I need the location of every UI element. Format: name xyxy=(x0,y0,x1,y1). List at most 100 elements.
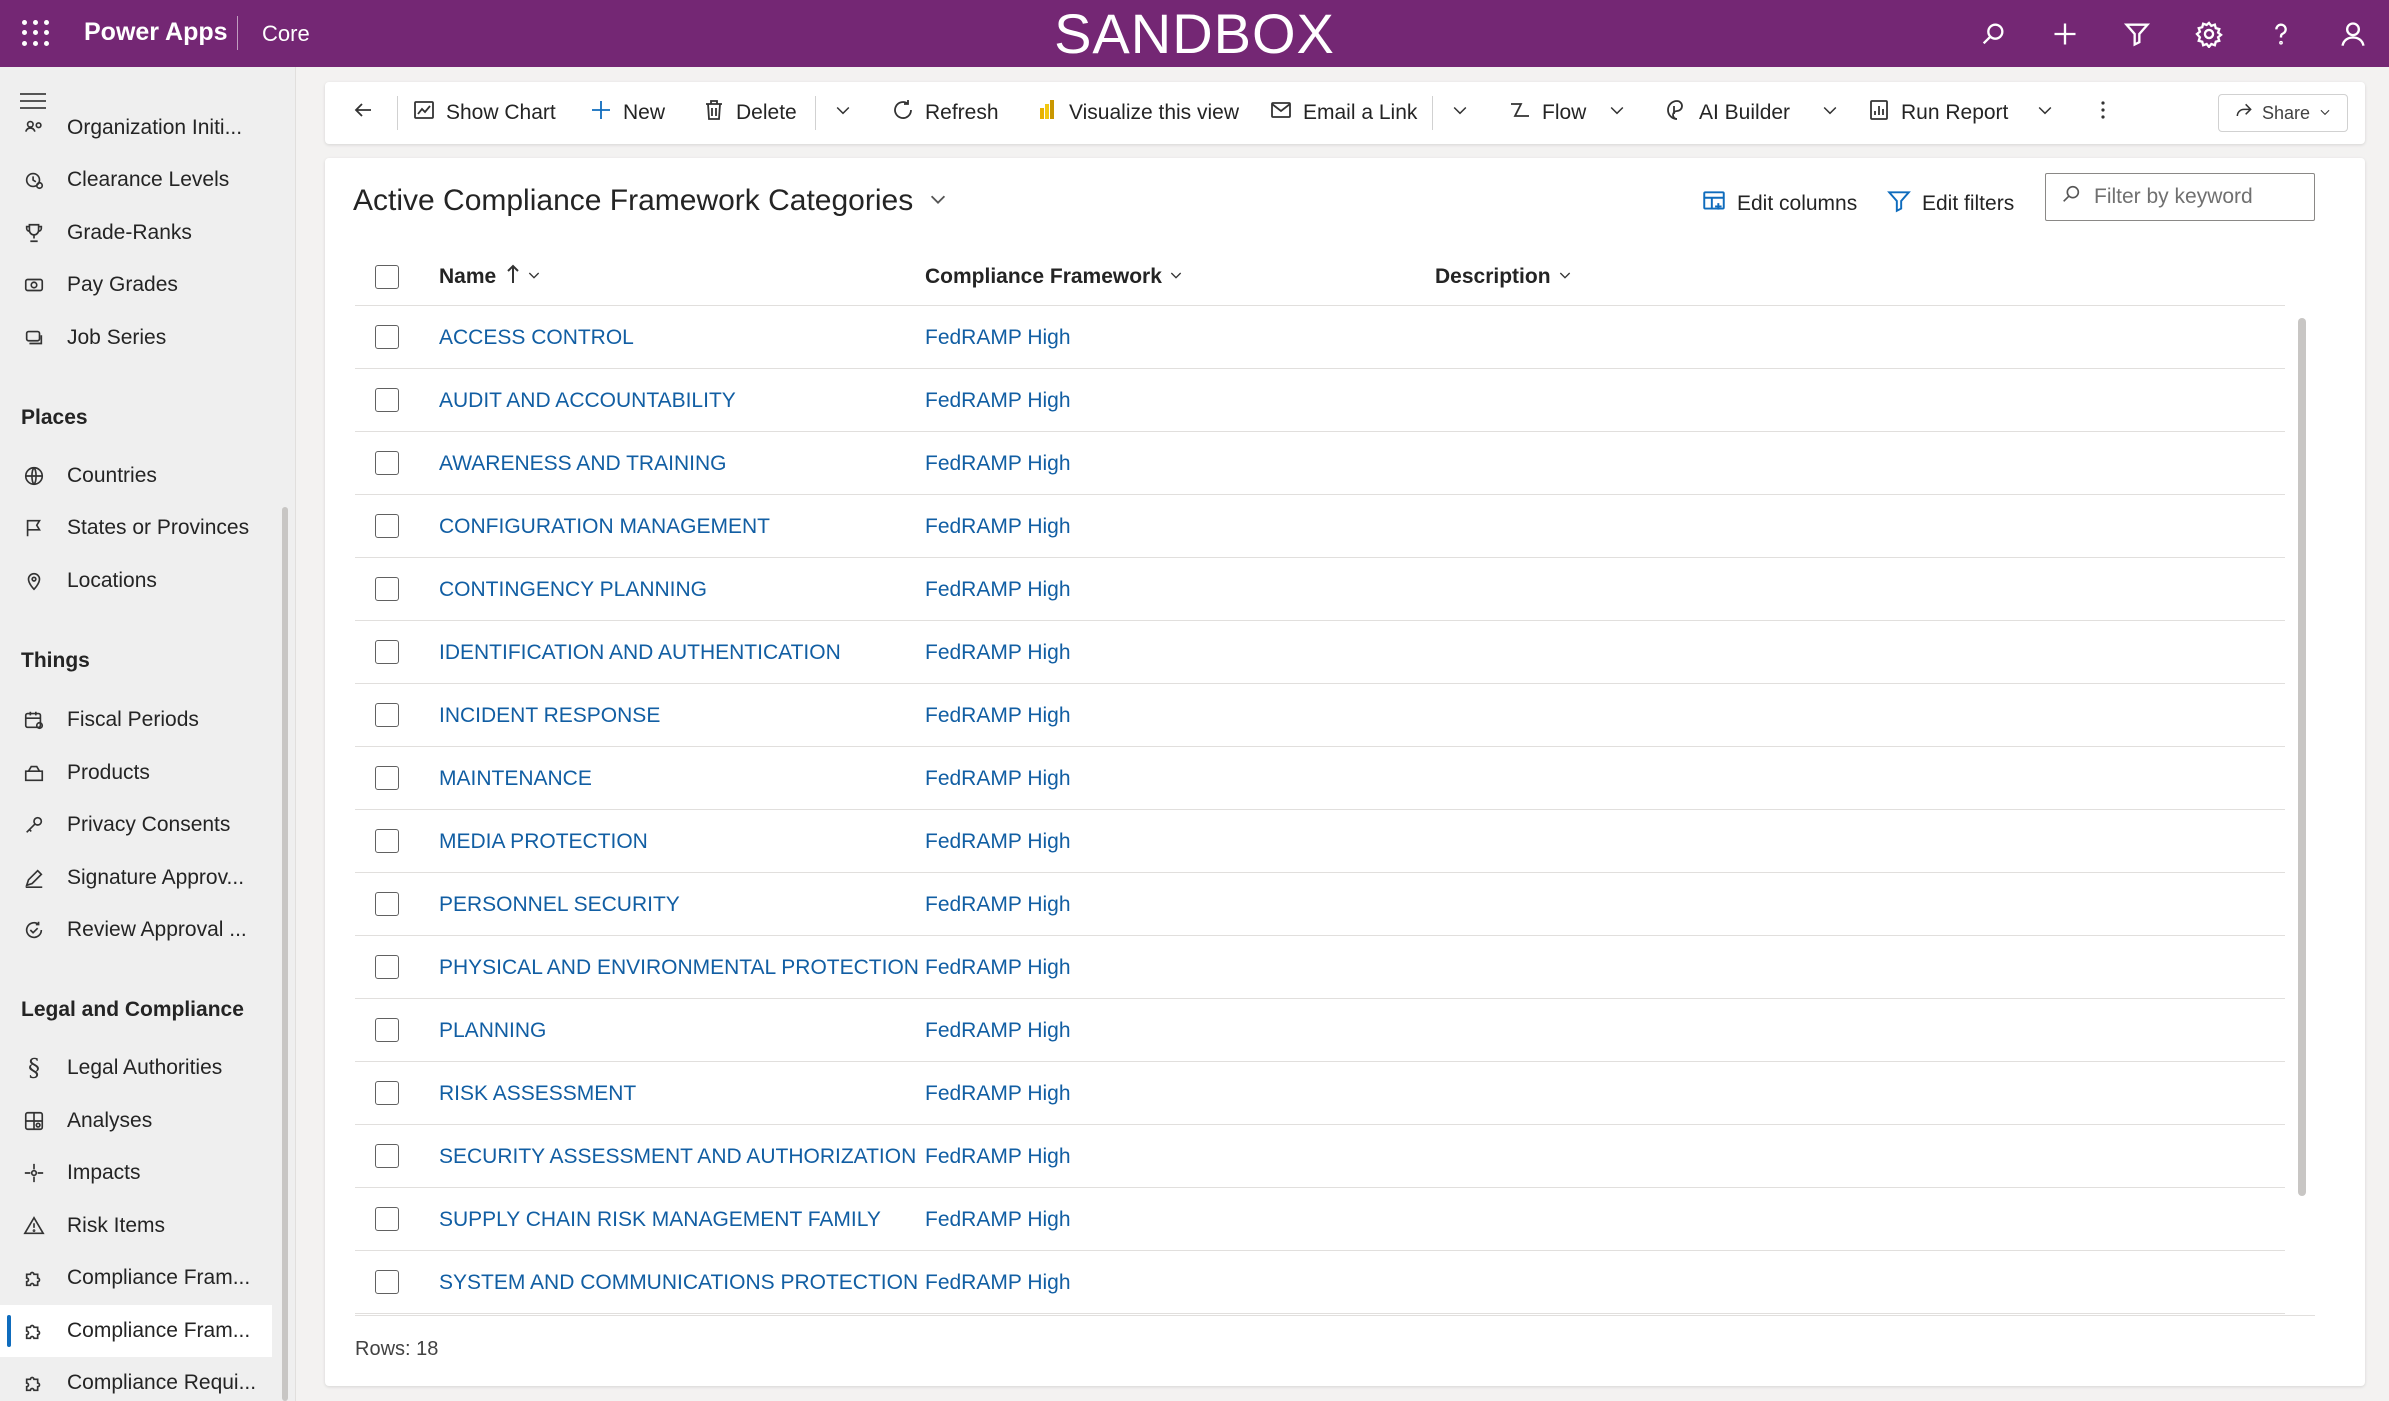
row-checkbox[interactable] xyxy=(375,451,399,475)
framework-link[interactable]: FedRAMP High xyxy=(925,747,1071,810)
edit-columns-button[interactable]: Edit columns xyxy=(1701,188,1857,220)
row-checkbox[interactable] xyxy=(375,955,399,979)
table-row[interactable]: PERSONNEL SECURITY FedRAMP High xyxy=(355,873,2285,936)
table-row[interactable]: PLANNING FedRAMP High xyxy=(355,999,2285,1062)
sidebar-item-pay-grades[interactable]: Pay Grades xyxy=(0,259,272,311)
framework-link[interactable]: FedRAMP High xyxy=(925,306,1071,369)
table-row[interactable]: RISK ASSESSMENT FedRAMP High xyxy=(355,1062,2285,1125)
filter-by-keyword-field[interactable] xyxy=(2045,173,2315,221)
sidebar-item-job-series[interactable]: Job Series xyxy=(0,312,272,364)
sidebar-item-locations[interactable]: Locations xyxy=(0,555,272,607)
name-link[interactable]: CONFIGURATION MANAGEMENT xyxy=(439,495,770,558)
show-chart-button[interactable]: Show Chart xyxy=(412,82,556,144)
name-link[interactable]: ACCESS CONTROL xyxy=(439,306,634,369)
gear-icon[interactable] xyxy=(2173,0,2245,67)
framework-link[interactable]: FedRAMP High xyxy=(925,621,1071,684)
name-link[interactable]: PLANNING xyxy=(439,999,546,1062)
row-checkbox[interactable] xyxy=(375,1081,399,1105)
help-icon[interactable] xyxy=(2245,0,2317,67)
name-link[interactable]: IDENTIFICATION AND AUTHENTICATION xyxy=(439,621,841,684)
name-link[interactable]: SECURITY ASSESSMENT AND AUTHORIZATION xyxy=(439,1125,916,1188)
row-checkbox[interactable] xyxy=(375,514,399,538)
framework-link[interactable]: FedRAMP High xyxy=(925,936,1071,999)
sidebar-item-signature-approvals[interactable]: Signature Approv... xyxy=(0,852,272,904)
table-row[interactable]: PHYSICAL AND ENVIRONMENTAL PROTECTION Fed… xyxy=(355,936,2285,999)
run-report-button[interactable]: Run Report xyxy=(1867,82,2008,144)
sidebar-item-analyses[interactable]: Analyses xyxy=(0,1095,272,1147)
row-checkbox[interactable] xyxy=(375,766,399,790)
table-row[interactable]: AWARENESS AND TRAINING FedRAMP High xyxy=(355,432,2285,495)
sidebar-item-grade-ranks[interactable]: Grade-Ranks xyxy=(0,207,272,259)
name-link[interactable]: MAINTENANCE xyxy=(439,747,592,810)
row-checkbox[interactable] xyxy=(375,829,399,853)
name-link[interactable]: INCIDENT RESPONSE xyxy=(439,684,660,747)
flow-chevron[interactable] xyxy=(1607,82,1627,144)
framework-link[interactable]: FedRAMP High xyxy=(925,1188,1071,1251)
name-link[interactable]: RISK ASSESSMENT xyxy=(439,1062,636,1125)
column-header-description[interactable]: Description xyxy=(1435,248,1573,306)
view-selector[interactable]: Active Compliance Framework Categories xyxy=(353,184,949,218)
sidebar-item-clearance-levels[interactable]: Clearance Levels xyxy=(0,154,272,206)
search-icon[interactable] xyxy=(1957,0,2029,67)
sidebar-scrollbar[interactable] xyxy=(282,507,288,1401)
framework-link[interactable]: FedRAMP High xyxy=(925,684,1071,747)
email-more-chevron[interactable] xyxy=(1450,82,1470,144)
sidebar-item-legal-authorities[interactable]: § Legal Authorities xyxy=(0,1042,272,1094)
plus-icon[interactable] xyxy=(2029,0,2101,67)
table-row[interactable]: SECURITY ASSESSMENT AND AUTHORIZATION Fed… xyxy=(355,1125,2285,1188)
framework-link[interactable]: FedRAMP High xyxy=(925,1062,1071,1125)
sidebar-item-compliance-framework-categories[interactable]: Compliance Fram... xyxy=(0,1305,272,1357)
row-checkbox[interactable] xyxy=(375,703,399,727)
name-link[interactable]: MEDIA PROTECTION xyxy=(439,810,648,873)
row-checkbox[interactable] xyxy=(375,1270,399,1294)
sidebar-item-compliance-frameworks[interactable]: Compliance Fram... xyxy=(0,1252,272,1304)
name-link[interactable]: CONTINGENCY PLANNING xyxy=(439,558,707,621)
new-button[interactable]: New xyxy=(589,82,665,144)
framework-link[interactable]: FedRAMP High xyxy=(925,873,1071,936)
sidebar-item-privacy-consents[interactable]: Privacy Consents xyxy=(0,799,272,851)
row-checkbox[interactable] xyxy=(375,1144,399,1168)
framework-link[interactable]: FedRAMP High xyxy=(925,432,1071,495)
environment-name[interactable]: Core xyxy=(262,21,310,47)
row-checkbox[interactable] xyxy=(375,1207,399,1231)
table-row[interactable]: MAINTENANCE FedRAMP High xyxy=(355,747,2285,810)
row-checkbox[interactable] xyxy=(375,640,399,664)
more-commands-button[interactable] xyxy=(2091,82,2115,144)
sidebar-item-organization[interactable]: Organization Initi... xyxy=(0,108,272,148)
table-row[interactable]: CONTINGENCY PLANNING FedRAMP High xyxy=(355,558,2285,621)
name-link[interactable]: SYSTEM AND COMMUNICATIONS PROTECTION xyxy=(439,1251,918,1314)
back-button[interactable] xyxy=(351,82,375,144)
delete-more-chevron[interactable] xyxy=(833,82,853,144)
row-checkbox[interactable] xyxy=(375,325,399,349)
column-header-name[interactable]: Name xyxy=(439,248,542,306)
sidebar-item-products[interactable]: Products xyxy=(0,747,272,799)
select-all-checkbox[interactable] xyxy=(375,265,399,289)
edit-filters-button[interactable]: Edit filters xyxy=(1886,188,2014,220)
ai-builder-chevron[interactable] xyxy=(1820,82,1840,144)
refresh-button[interactable]: Refresh xyxy=(891,82,999,144)
grid-scrollbar[interactable] xyxy=(2298,318,2306,1196)
table-row[interactable]: ACCESS CONTROL FedRAMP High xyxy=(355,306,2285,369)
name-link[interactable]: PERSONNEL SECURITY xyxy=(439,873,680,936)
row-checkbox[interactable] xyxy=(375,1018,399,1042)
sidebar-item-countries[interactable]: Countries xyxy=(0,450,272,502)
share-button[interactable]: Share xyxy=(2218,94,2348,132)
framework-link[interactable]: FedRAMP High xyxy=(925,495,1071,558)
search-input[interactable] xyxy=(2094,185,2304,209)
table-row[interactable]: MEDIA PROTECTION FedRAMP High xyxy=(355,810,2285,873)
row-checkbox[interactable] xyxy=(375,577,399,601)
sidebar-item-impacts[interactable]: Impacts xyxy=(0,1147,272,1199)
name-link[interactable]: SUPPLY CHAIN RISK MANAGEMENT FAMILY xyxy=(439,1188,881,1251)
run-report-chevron[interactable] xyxy=(2035,82,2055,144)
visualize-view-button[interactable]: Visualize this view xyxy=(1035,82,1239,144)
framework-link[interactable]: FedRAMP High xyxy=(925,1251,1071,1314)
table-row[interactable]: CONFIGURATION MANAGEMENT FedRAMP High xyxy=(355,495,2285,558)
column-header-compliance-framework[interactable]: Compliance Framework xyxy=(925,248,1184,306)
table-row[interactable]: AUDIT AND ACCOUNTABILITY FedRAMP High xyxy=(355,369,2285,432)
ai-builder-button[interactable]: AI Builder xyxy=(1665,82,1790,144)
table-row[interactable]: SYSTEM AND COMMUNICATIONS PROTECTION FedR… xyxy=(355,1251,2285,1314)
framework-link[interactable]: FedRAMP High xyxy=(925,810,1071,873)
delete-button[interactable]: Delete xyxy=(702,82,797,144)
sidebar-item-states-or-provinces[interactable]: States or Provinces xyxy=(0,502,272,554)
sidebar-item-risk-items[interactable]: Risk Items xyxy=(0,1200,272,1252)
